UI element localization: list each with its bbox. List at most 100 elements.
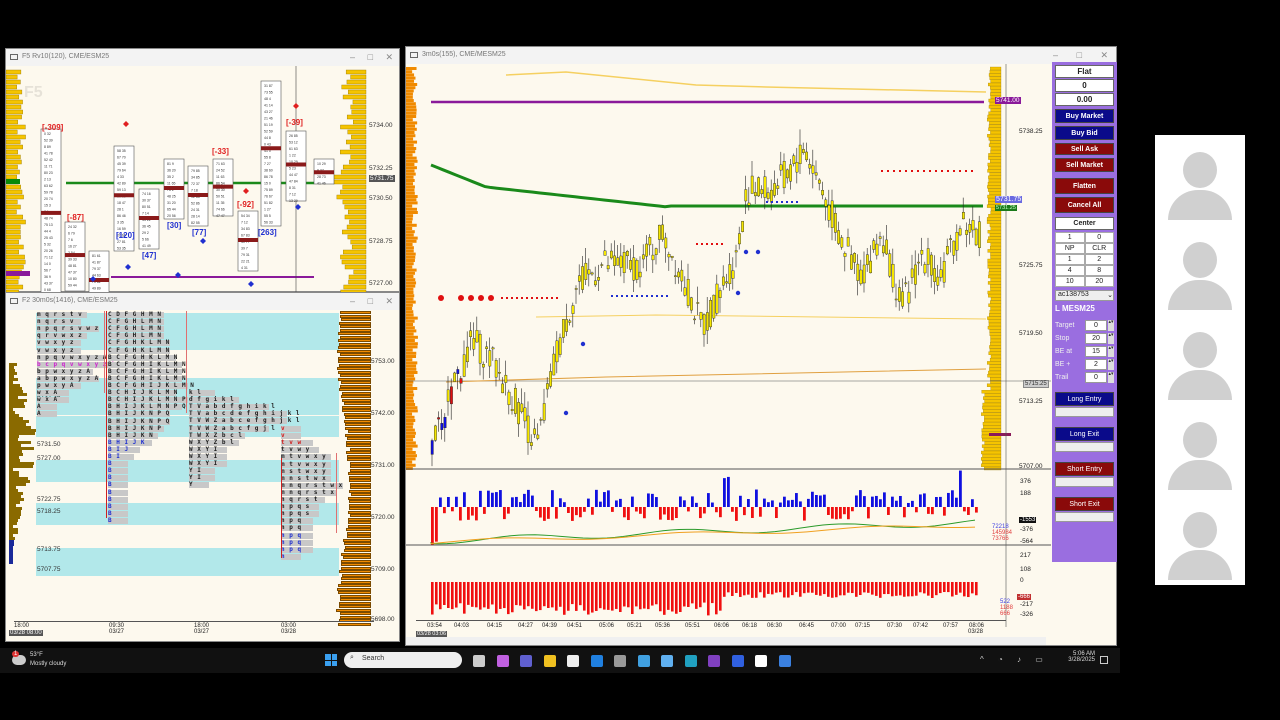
maximize-button[interactable]: □ <box>368 52 373 62</box>
cancel-all-button[interactable]: Cancel All <box>1055 197 1114 213</box>
candle <box>590 272 594 275</box>
spinner-icon[interactable]: ▴▾ <box>1108 333 1114 344</box>
title-bar[interactable]: F5 Rv10(120), CME/ESM25 – □ ✕ <box>6 49 399 66</box>
short-exit-dropdown[interactable] <box>1055 512 1114 522</box>
footprint-chart[interactable]: 0 32 52 39 8 89 41 78 52 42 11 71 80 23 2 13 63 … <box>6 66 401 293</box>
window-title: F5 Rv10(120), CME/ESM25 <box>22 53 110 60</box>
qty-4-button[interactable]: 4 <box>1055 265 1085 276</box>
taskbar-search[interactable]: ⌕ Search <box>344 652 462 668</box>
long-entry-dropdown[interactable] <box>1055 407 1114 417</box>
start-button[interactable] <box>325 654 337 666</box>
delta-label-positive: [47] <box>142 251 157 260</box>
clr-button[interactable]: CLR <box>1084 243 1114 254</box>
store-icon[interactable] <box>567 655 579 667</box>
participant-avatar[interactable] <box>1165 408 1235 490</box>
clock[interactable]: 5:06 AM 3/28/2025 <box>1063 651 1095 663</box>
sell-ask-button[interactable]: Sell Ask <box>1055 143 1114 155</box>
tpo-chart[interactable]: 5741.505737.255731.505727.005722.755718.… <box>6 293 401 643</box>
account-select[interactable]: ac138753 ⌄ <box>1055 290 1114 301</box>
quantity-right[interactable]: 0 <box>1084 232 1114 243</box>
delta-bar <box>687 582 690 607</box>
volume-profile-bar <box>989 223 1002 227</box>
footprint-cell: 47 37 <box>68 271 77 275</box>
notification-icon[interactable] <box>1100 656 1108 664</box>
folder-icon[interactable] <box>543 655 556 667</box>
participant-avatar[interactable] <box>1165 228 1235 310</box>
footprint-cell: 3 35 <box>117 221 124 225</box>
left-profile-bar <box>406 73 415 77</box>
visual-studio-icon[interactable] <box>708 655 720 667</box>
qty-10-button[interactable]: 10 <box>1055 276 1085 287</box>
outlook-icon[interactable] <box>590 655 603 667</box>
left-profile-bar <box>406 163 415 166</box>
close-button[interactable]: ✕ <box>385 52 393 63</box>
participant-avatar[interactable] <box>1165 498 1235 580</box>
volume-bar <box>799 501 802 507</box>
taskbar: 1 53°F Mostly cloudy ⌕ Search ^ ◔ ♪ ▭ 5:0… <box>0 648 1120 673</box>
sell-trail-dot <box>965 170 967 172</box>
spinner-icon[interactable]: ▴▾ <box>1108 359 1114 370</box>
file-explorer-icon[interactable] <box>473 655 485 667</box>
chat-icon[interactable] <box>731 655 744 667</box>
average-line <box>430 525 976 545</box>
qty-1-button[interactable]: 1 <box>1055 254 1085 265</box>
short-entry-dropdown[interactable] <box>1055 477 1114 487</box>
teams-icon[interactable] <box>520 655 532 667</box>
copilot-icon[interactable] <box>496 655 509 667</box>
long-exit-button[interactable]: Long Exit <box>1055 427 1114 441</box>
qty-2-button[interactable]: 2 <box>1084 254 1114 265</box>
short-exit-button[interactable]: Short Exit <box>1055 497 1114 511</box>
np-button[interactable]: NP <box>1055 243 1085 254</box>
param-beat-input[interactable]: 15 <box>1085 346 1107 357</box>
volume-bar <box>507 507 510 514</box>
candle <box>779 164 783 171</box>
system-tray[interactable]: ^ ◔ ♪ ▭ <box>980 655 1049 664</box>
participant-avatar[interactable] <box>1165 138 1235 220</box>
participant-avatar[interactable] <box>1165 318 1235 400</box>
time-label: 05:06 <box>599 623 615 629</box>
param-trail-input[interactable]: 0 <box>1085 372 1107 383</box>
app-icon[interactable] <box>637 655 650 667</box>
horizontal-scrollbar[interactable] <box>406 637 1046 645</box>
delta-bar <box>719 582 722 611</box>
buy-bid-button[interactable]: Buy Bid <box>1055 126 1114 140</box>
left-profile-bar <box>406 92 413 96</box>
short-entry-button[interactable]: Short Entry <box>1055 462 1114 476</box>
buy-market-button[interactable]: Buy Market <box>1055 109 1114 123</box>
candlestick-chart[interactable] <box>406 47 1118 647</box>
delta-bar <box>455 582 458 608</box>
photos-icon[interactable] <box>661 655 673 667</box>
minimize-button[interactable]: – <box>350 52 355 62</box>
qty-20-button[interactable]: 20 <box>1084 276 1114 287</box>
spinner-icon[interactable]: ▴▾ <box>1108 320 1114 331</box>
edge-icon[interactable] <box>684 655 697 667</box>
center-button[interactable]: Center <box>1055 217 1114 230</box>
left-profile-bar <box>406 351 417 355</box>
volume-profile-bar <box>981 412 1002 416</box>
volume-profile-bar <box>338 622 371 626</box>
long-entry-button[interactable]: Long Entry <box>1055 392 1114 406</box>
candle <box>946 246 949 255</box>
price-axis-label: 5738.25 <box>1019 128 1043 135</box>
volume-profile-bar <box>6 139 21 145</box>
quantity-input[interactable]: 1 <box>1055 232 1085 243</box>
param-stop-input[interactable]: 20 <box>1085 333 1107 344</box>
settings-icon[interactable] <box>614 655 626 667</box>
app-window-icon[interactable] <box>755 655 767 667</box>
editor-icon[interactable] <box>778 655 791 667</box>
long-exit-dropdown[interactable] <box>1055 442 1114 452</box>
candle <box>574 288 578 290</box>
volume-bar <box>595 489 598 507</box>
volume-bar <box>703 507 706 514</box>
volume-profile-bar <box>342 199 367 205</box>
param-target-input[interactable]: 0 <box>1085 320 1107 331</box>
qty-8-button[interactable]: 8 <box>1084 265 1114 276</box>
spinner-icon[interactable]: ▴▾ <box>1108 346 1114 357</box>
spinner-icon[interactable]: ▴▾ <box>1108 372 1114 383</box>
flatten-button[interactable]: Flatten <box>1055 178 1114 194</box>
param-be-input[interactable]: 2 <box>1085 359 1107 370</box>
volume-bar <box>827 507 830 515</box>
candle <box>795 162 799 173</box>
volume-bar <box>631 496 634 507</box>
sell-market-button[interactable]: Sell Market <box>1055 158 1114 172</box>
